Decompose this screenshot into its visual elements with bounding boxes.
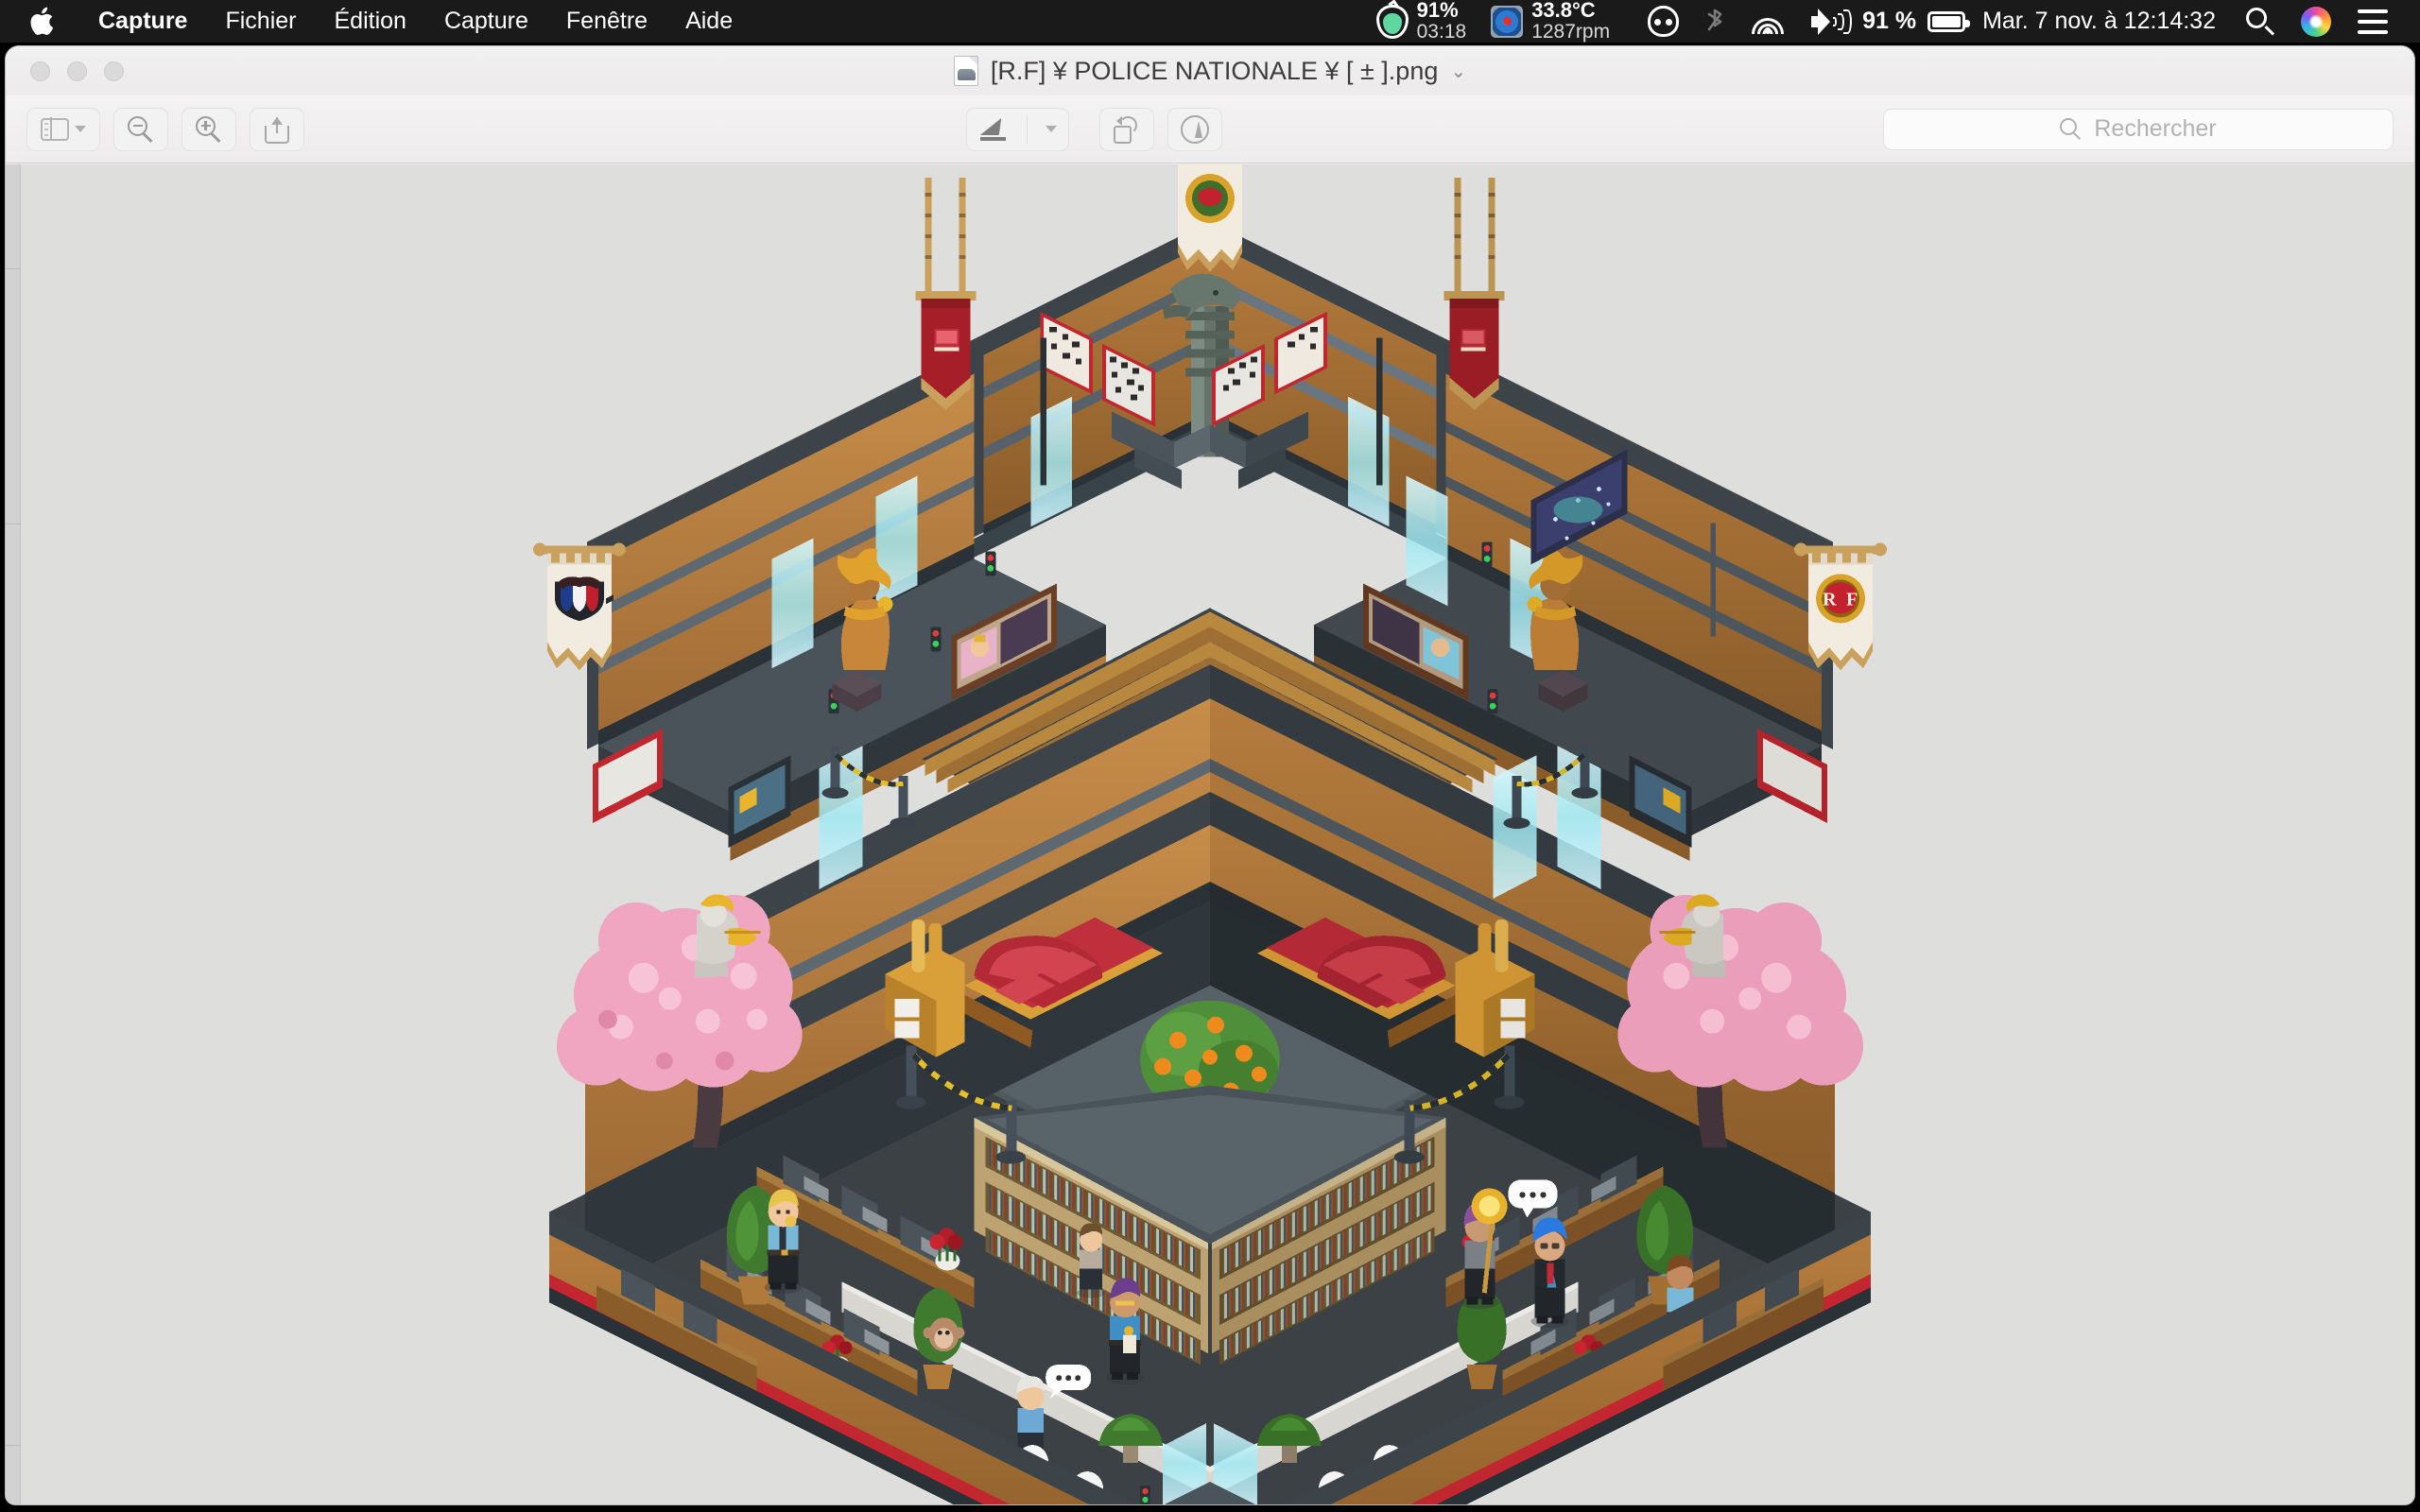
minimize-button[interactable] <box>67 60 87 81</box>
avatar-officer-bluehair <box>1530 1217 1569 1329</box>
document-icon <box>953 56 978 86</box>
fan-temp-widget[interactable]: 33.8°C 1287rpm <box>1491 0 1610 43</box>
markup-pen-icon <box>979 116 1008 143</box>
macos-menu-bar: Capture Fichier Édition Capture Fenêtre … <box>0 0 2420 43</box>
markup-options-segment[interactable] <box>1033 108 1069 151</box>
zoom-out-icon <box>128 115 154 143</box>
volume-icon[interactable] <box>1811 8 1853 35</box>
menu-item-capture[interactable]: Capture <box>425 0 547 43</box>
menu-item-aide[interactable]: Aide <box>666 0 752 43</box>
fan-icon <box>1491 5 1524 38</box>
battery-gauge-widget[interactable]: 91% 03:18 <box>1375 0 1467 43</box>
window-title-bar[interactable]: [R.F] ¥ POLICE NATIONALE ¥ [ ± ].png ⌄ <box>6 46 2414 95</box>
menu-app-name[interactable]: Capture <box>79 0 206 43</box>
battery-icon <box>1927 10 1971 32</box>
zoom-out-button[interactable] <box>113 107 168 151</box>
annotate-button[interactable] <box>1167 107 1222 151</box>
battery-widget-time: 03:18 <box>1416 21 1467 43</box>
markup-pen-segment[interactable] <box>966 108 1021 151</box>
chevron-down-icon <box>1045 126 1057 132</box>
search-icon[interactable] <box>2246 7 2275 36</box>
battery-percent: 91 % <box>1862 8 1917 34</box>
close-button[interactable] <box>30 60 50 81</box>
alien-icon[interactable] <box>1648 6 1680 37</box>
menu-item-fenetre[interactable]: Fenêtre <box>547 0 666 43</box>
fan-rpm: 1287rpm <box>1531 21 1611 43</box>
share-icon <box>265 115 289 144</box>
menu-item-fichier[interactable]: Fichier <box>206 0 315 43</box>
menu-bar-status-area: 91% 03:18 33.8°C 1287rpm 91 % Mar. 7 nov… <box>1375 0 2420 43</box>
search-field[interactable]: Rechercher <box>1883 108 2394 150</box>
share-button[interactable] <box>250 107 304 151</box>
window-toolbar: Rechercher <box>6 95 2414 163</box>
zoom-in-button[interactable] <box>182 107 236 151</box>
annotate-icon <box>1180 114 1209 144</box>
window-title-group: [R.F] ¥ POLICE NATIONALE ¥ [ ± ].png ⌄ <box>6 46 2414 95</box>
markup-button[interactable] <box>965 107 1069 151</box>
siri-icon[interactable] <box>2301 6 2331 37</box>
menu-bar-left: Capture Fichier Édition Capture Fenêtre … <box>0 0 752 43</box>
cpu-temperature: 33.8°C <box>1531 0 1596 23</box>
zoom-in-icon <box>196 115 222 143</box>
banner-laurel-crest <box>1178 164 1242 272</box>
svg-text:F: F <box>1846 589 1858 610</box>
menu-item-edition[interactable]: Édition <box>315 0 424 43</box>
rotate-icon <box>1113 115 1140 144</box>
battery-status[interactable]: 91 % <box>1862 8 1971 35</box>
canvas-left-gutter <box>6 164 21 1504</box>
chevron-down-icon[interactable]: ⌄ <box>1450 60 1466 83</box>
avatar-officer-blonde-left <box>764 1189 803 1295</box>
search-icon <box>2060 117 2083 141</box>
svg-text:R: R <box>1823 589 1837 610</box>
control-center-icon[interactable] <box>2358 9 2388 34</box>
menu-clock[interactable]: Mar. 7 nov. à 12:14:32 <box>1982 8 2216 35</box>
habbo-room-image: R F <box>312 164 2108 1504</box>
bluetooth-icon[interactable] <box>1705 7 1724 37</box>
chevron-down-icon <box>75 126 86 132</box>
preview-window: [R.F] ¥ POLICE NATIONALE ¥ [ ± ].png ⌄ R… <box>6 46 2414 1504</box>
toolbar-divider <box>1026 114 1028 144</box>
wifi-icon[interactable] <box>1751 9 1785 34</box>
image-canvas[interactable]: R F <box>6 164 2414 1504</box>
sidebar-toggle-button[interactable] <box>26 107 100 151</box>
window-controls <box>6 60 124 81</box>
zoom-button[interactable] <box>104 60 124 81</box>
battery-widget-percent: 91% <box>1416 0 1459 23</box>
window-title: [R.F] ¥ POLICE NATIONALE ¥ [ ± ].png <box>990 56 1439 85</box>
pear-gauge-icon <box>1375 0 1409 39</box>
search-placeholder: Rechercher <box>2094 115 2217 142</box>
rotate-button[interactable] <box>1098 107 1154 151</box>
avatar-officer-purple <box>1106 1278 1145 1385</box>
apple-logo-icon[interactable] <box>0 7 79 37</box>
sidebar-icon <box>41 117 69 141</box>
